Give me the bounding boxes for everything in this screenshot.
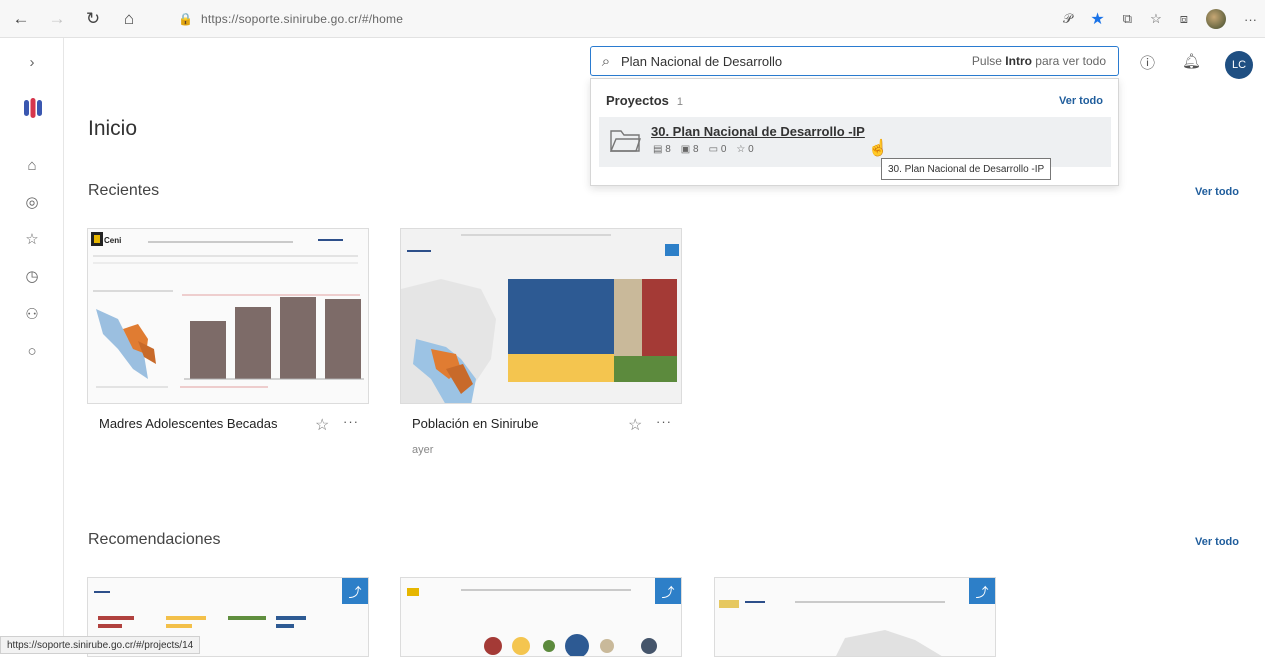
help-icon[interactable]: ⓘ	[1140, 52, 1155, 73]
home-button[interactable]: ⌂	[114, 4, 144, 34]
recientes-heading: Recientes	[88, 182, 160, 199]
recomendaciones-see-all-link[interactable]: Ver todo	[1195, 536, 1239, 548]
folder-icon	[609, 130, 641, 152]
tooltip: 30. Plan Nacional de Desarrollo -IP	[881, 158, 1052, 180]
lock-icon: 🔒	[178, 12, 193, 26]
more-actions-icon[interactable]: ···	[343, 414, 359, 429]
user-avatar[interactable]: LC	[1225, 51, 1253, 79]
favorite-star-icon[interactable]: ★	[1090, 9, 1104, 29]
notifications-bell-icon[interactable]: 🔔︎	[1182, 52, 1201, 70]
sinirube-logo	[24, 98, 42, 118]
chart-badge-icon: ⤴	[655, 578, 681, 604]
workbook-card[interactable]: Ceni Madres Adolescentes Becadas ☆ ···	[87, 228, 369, 434]
search-box[interactable]: ⌕ Pulse Intro para ver todo	[590, 46, 1119, 76]
workbook-card[interactable]: Población en Sinirube ☆ ··· ayer	[400, 228, 682, 456]
workbook-name[interactable]: Madres Adolescentes Becadas	[99, 416, 278, 431]
more-menu-icon[interactable]: ···	[1244, 12, 1257, 27]
forward-button[interactable]: →	[42, 4, 72, 34]
browser-profile-avatar[interactable]	[1206, 9, 1226, 29]
favorites-icon[interactable]: ☆	[0, 225, 64, 253]
workbook-count-icon: ▤ 8	[653, 144, 671, 155]
back-button[interactable]: ←	[6, 4, 36, 34]
results-section-heading: Proyectos 1	[606, 93, 683, 108]
browser-toolbar: ← → ↻ ⌂ 🔒 https://soporte.sinirube.go.cr…	[0, 0, 1265, 38]
address-url: https://soporte.sinirube.go.cr/#/home	[200, 12, 404, 26]
favorite-count-icon: ☆ 0	[736, 144, 754, 155]
explore-icon[interactable]: ◎	[0, 188, 64, 216]
workbook-name[interactable]: Población en Sinirube	[412, 416, 538, 431]
left-nav-rail: › ⌂ ◎ ☆ ◷ ⚇ ○	[0, 38, 64, 654]
favorite-star-icon[interactable]: ☆	[628, 415, 642, 435]
read-aloud-icon[interactable]: 𝒫	[1063, 11, 1072, 27]
last-viewed-label: ayer	[412, 444, 434, 456]
recomendaciones-heading: Recomendaciones	[88, 531, 221, 548]
reload-button[interactable]: ↻	[78, 4, 108, 34]
address-bar[interactable]: 🔒 https://soporte.sinirube.go.cr/#/home	[178, 6, 1058, 32]
svg-text:Ceni: Ceni	[104, 236, 121, 245]
collections-icon[interactable]: ⧈	[1180, 11, 1188, 27]
workbook-thumbnail[interactable]: Ceni	[87, 228, 369, 404]
shared-icon[interactable]: ⚇	[0, 300, 64, 328]
more-actions-icon[interactable]: ···	[656, 414, 672, 429]
expand-chevron-icon[interactable]: ›	[0, 48, 64, 76]
recommendation-thumbnail[interactable]: ⤴	[714, 577, 996, 657]
home-icon[interactable]: ⌂	[0, 151, 64, 179]
results-count: 1	[676, 96, 683, 108]
search-result-meta: ▤ 8 ▣ 8 ▭ 0 ☆ 0	[653, 144, 754, 155]
workbook-thumbnail[interactable]	[400, 228, 682, 404]
browser-actions: 𝒫 ★ ⧉ ☆ ⧈ ···	[1063, 6, 1257, 32]
recientes-see-all-link[interactable]: Ver todo	[1195, 186, 1239, 198]
page-title: Inicio	[88, 117, 138, 140]
search-input[interactable]	[621, 53, 972, 69]
recommendations-icon[interactable]: ○	[0, 337, 64, 365]
chart-badge-icon: ⤴	[342, 578, 368, 604]
results-see-all-link[interactable]: Ver todo	[1059, 95, 1103, 107]
hand-cursor-icon: ☝	[868, 140, 888, 157]
extensions-icon[interactable]: ⧉	[1123, 11, 1132, 27]
search-hint: Pulse Intro para ver todo	[971, 54, 1106, 68]
search-result-name[interactable]: 30. Plan Nacional de Desarrollo -IP	[651, 124, 865, 139]
datasource-count-icon: ▭ 0	[708, 144, 727, 155]
view-count-icon: ▣ 8	[680, 144, 699, 155]
favorites-list-icon[interactable]: ☆	[1150, 11, 1162, 27]
link-status-bar: https://soporte.sinirube.go.cr/#/project…	[0, 636, 201, 654]
search-icon: ⌕	[601, 52, 611, 70]
recommendation-thumbnail[interactable]: ⤴	[400, 577, 682, 657]
favorite-star-icon[interactable]: ☆	[315, 415, 329, 435]
recents-icon[interactable]: ◷	[0, 262, 64, 290]
chart-badge-icon: ⤴	[969, 578, 995, 604]
